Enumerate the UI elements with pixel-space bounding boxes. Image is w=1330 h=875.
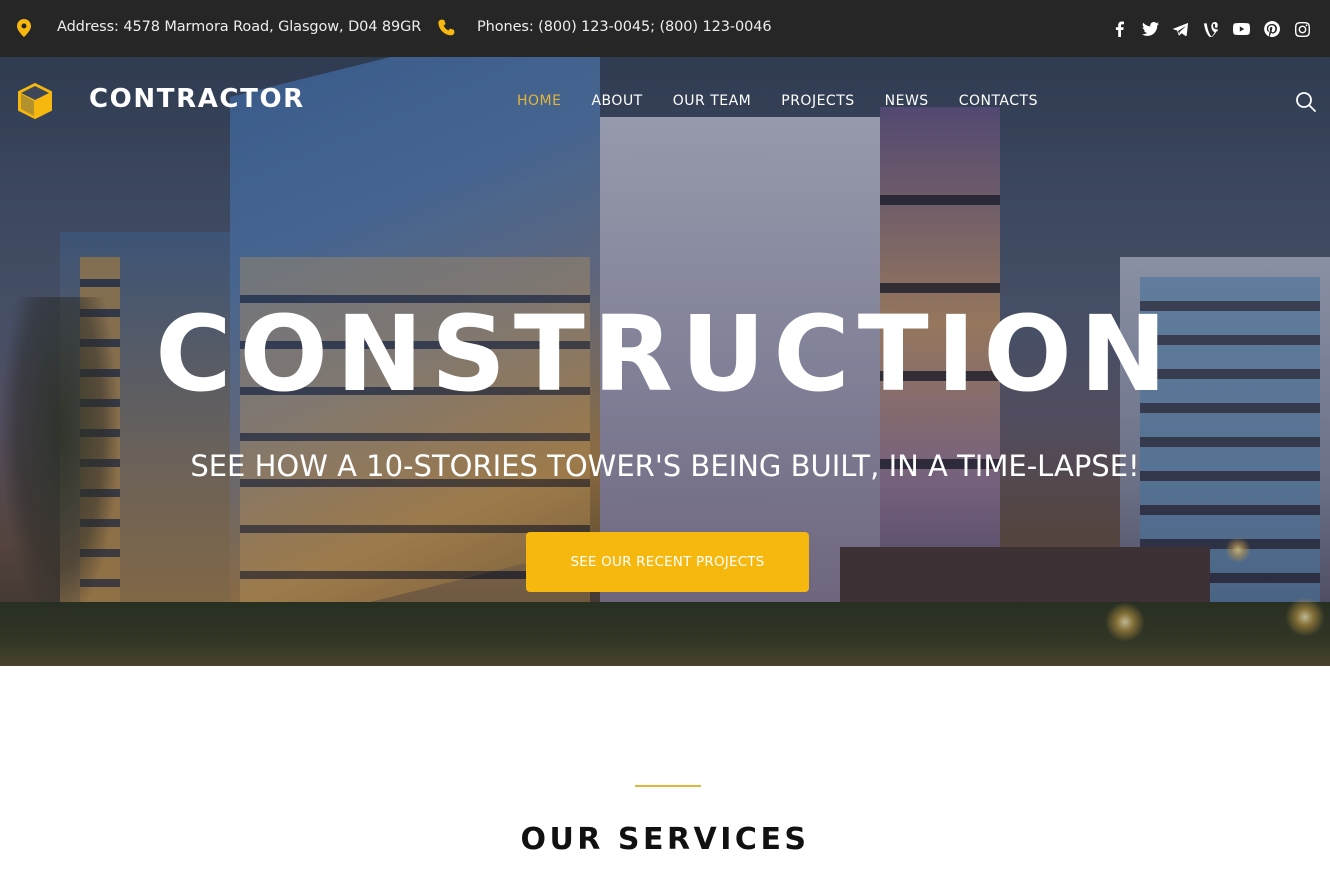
social-links [1105, 18, 1319, 40]
hero-section: CONTRACTOR HOME ABOUT OUR TEAM PROJECTS … [0, 57, 1330, 666]
facebook-icon[interactable] [1105, 18, 1136, 40]
hero-subtitle: SEE HOW A 10-STORIES TOWER'S BEING BUILT… [190, 449, 1140, 483]
nav-item-news[interactable]: NEWS [885, 93, 929, 109]
telegram-icon[interactable] [1166, 18, 1197, 40]
address-text: Address: 4578 Marmora Road, Glasgow, D04… [57, 19, 422, 35]
youtube-icon[interactable] [1227, 18, 1258, 40]
phone-icon [438, 19, 456, 37]
nav-item-home[interactable]: HOME [517, 93, 561, 109]
vine-icon[interactable] [1196, 18, 1227, 40]
nav-item-about[interactable]: ABOUT [591, 93, 642, 109]
nav-item-projects[interactable]: PROJECTS [781, 93, 854, 109]
map-pin-icon [17, 19, 31, 37]
nav-item-contacts[interactable]: CONTACTS [959, 93, 1038, 109]
search-icon[interactable] [1295, 91, 1317, 113]
phones-text: Phones: (800) 123-0045; (800) 123-0046 [477, 19, 772, 35]
logo-text[interactable]: CONTRACTOR [89, 84, 305, 114]
twitter-icon[interactable] [1135, 18, 1166, 40]
hero-title: CONSTRUCTION [155, 293, 1175, 415]
services-heading: OUR SERVICES [520, 822, 810, 857]
top-bar: Address: 4578 Marmora Road, Glasgow, D04… [0, 0, 1330, 57]
section-divider [635, 785, 701, 787]
pinterest-icon[interactable] [1257, 18, 1288, 40]
logo-cube-icon[interactable] [17, 82, 53, 120]
nav-item-our-team[interactable]: OUR TEAM [673, 93, 752, 109]
instagram-icon[interactable] [1288, 18, 1319, 40]
main-nav: HOME ABOUT OUR TEAM PROJECTS NEWS CONTAC… [517, 93, 1068, 109]
see-recent-projects-button[interactable]: SEE OUR RECENT PROJECTS [526, 532, 809, 592]
